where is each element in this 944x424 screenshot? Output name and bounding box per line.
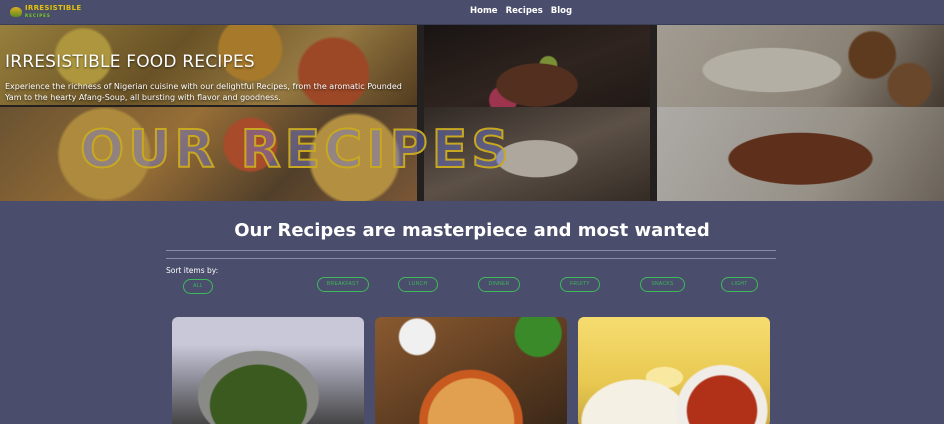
filter-lunch-button[interactable]: lunch (398, 277, 438, 292)
section-title: Our Recipes are masterpiece and most wan… (234, 220, 710, 241)
recipe-card-pounded-yam[interactable] (578, 317, 770, 424)
filter-all-button[interactable]: all (183, 279, 213, 294)
nav-links: Home Recipes Blog (470, 6, 572, 16)
filter-light-button[interactable]: light (721, 277, 758, 292)
site-logo[interactable]: IRRESISTIBLE RECIPES (10, 5, 84, 19)
nav-link-recipes[interactable]: Recipes (506, 6, 543, 16)
top-navbar: IRRESISTIBLE RECIPES Home Recipes Blog (0, 0, 944, 25)
hero-title: IRRESISTIBLE FOOD RECIPES (5, 52, 255, 72)
filter-fruity-button[interactable]: fruity (560, 277, 600, 292)
filter-breakfast-button[interactable]: breakfast (317, 277, 369, 292)
recipe-card-pizza[interactable] (375, 317, 567, 424)
hero-description: Experience the richness of Nigerian cuis… (5, 82, 402, 102)
nav-link-home[interactable]: Home (470, 6, 498, 16)
logo-text: IRRESISTIBLE RECIPES (25, 4, 82, 19)
filter-bar: all breakfast lunch dinner fruity snacks… (0, 277, 944, 294)
divider-top (166, 250, 776, 251)
logo-bowl-icon (10, 7, 22, 17)
recipe-card-vegetable-soup[interactable] (172, 317, 364, 424)
hero-overlay-text: OUR RECIPES (79, 119, 513, 181)
sort-label: Sort items by: (166, 266, 219, 275)
nav-link-blog[interactable]: Blog (551, 6, 572, 16)
filter-snacks-button[interactable]: snacks (640, 277, 685, 292)
divider-bottom (166, 258, 776, 259)
hero-banner: OUR RECIPES IRRESISTIBLE FOOD RECIPES Ex… (0, 25, 944, 201)
filter-dinner-button[interactable]: dinner (478, 277, 520, 292)
